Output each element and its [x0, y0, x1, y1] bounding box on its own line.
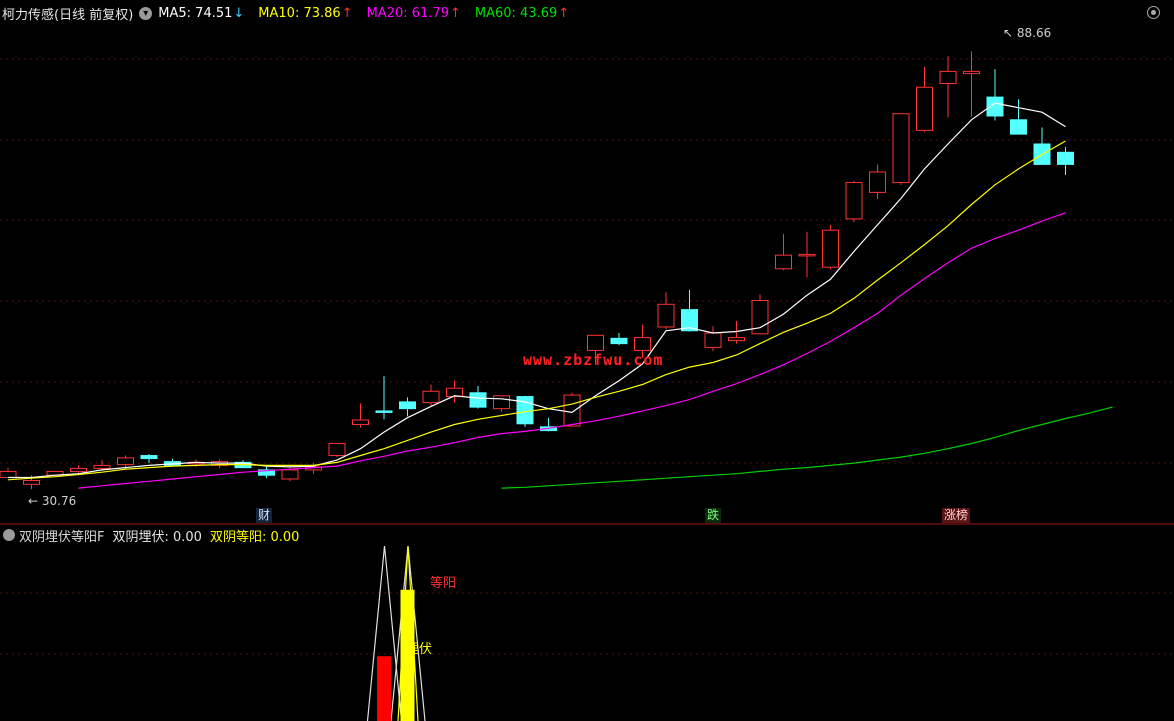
- signal-label-maifu: 埋伏: [406, 642, 433, 657]
- candle-body: [798, 253, 816, 257]
- candle-body: [0, 470, 17, 478]
- candle-body: [1010, 119, 1027, 135]
- candle-body: [845, 182, 863, 220]
- candle-body: [728, 337, 745, 342]
- ma5-readout: MA5: 74.51↓: [158, 5, 245, 21]
- indicator-value-maifu: 双阴埋伏: 0.00: [112, 529, 202, 545]
- candle-body: [352, 419, 369, 426]
- indicator-name[interactable]: 双阴埋伏等阳F: [19, 526, 104, 545]
- chart-header: 柯力传感(日线 前复权) ▾ MA5: 74.51↓ MA10: 73.86↑ …: [0, 0, 1174, 26]
- indicator-header: 双阴埋伏等阳F 双阴埋伏: 0.00 双阴等阳: 0.00: [0, 526, 300, 545]
- candle-body: [869, 171, 886, 193]
- event-marker-rank[interactable]: 涨榜: [942, 508, 971, 523]
- candle-body: [399, 401, 416, 410]
- stock-title[interactable]: 柯力传感(日线 前复权): [2, 4, 133, 23]
- event-marker-fall[interactable]: 跌: [705, 508, 722, 523]
- candle-body: [328, 442, 346, 457]
- candle-body: [70, 467, 87, 472]
- candle-body: [963, 70, 980, 75]
- ma20-readout: MA20: 61.79↑: [366, 5, 461, 21]
- candle-body: [657, 303, 675, 328]
- settings-icon[interactable]: ▾: [139, 6, 153, 20]
- candle-body: [892, 113, 910, 184]
- indicator-value-dengyang: 双阴等阳: 0.00: [209, 529, 300, 545]
- candle-body: [117, 457, 134, 466]
- candle-body: [634, 337, 651, 351]
- event-marker-finance[interactable]: 财: [256, 508, 273, 523]
- candle-body: [23, 480, 40, 485]
- low-price-label: ← 30.76: [28, 494, 77, 508]
- candle-body: [587, 334, 604, 351]
- candle-body: [939, 70, 957, 84]
- candle-body: [422, 390, 440, 404]
- candle-body: [375, 410, 393, 413]
- high-price-label: ↖ 88.66: [1003, 26, 1052, 40]
- candle-body: [610, 337, 628, 345]
- candle-body: [704, 332, 722, 348]
- candle-body: [469, 392, 487, 408]
- indicator-settings-icon[interactable]: [3, 529, 15, 541]
- candle-body: [775, 254, 792, 270]
- candle-body: [140, 455, 158, 460]
- candle-body: [493, 395, 510, 410]
- ma60-readout: MA60: 43.69↑: [474, 5, 570, 21]
- candle-body: [916, 86, 933, 131]
- candle-body: [563, 394, 581, 427]
- candle-body: [281, 469, 299, 480]
- signal-label-dengyang: 等阳: [430, 576, 457, 591]
- ma10-readout: MA10: 73.86↑: [258, 5, 353, 21]
- candle-body: [822, 229, 839, 268]
- signal-bar-maifu: [377, 656, 391, 721]
- config-icon[interactable]: [1147, 6, 1160, 19]
- candle-body: [93, 464, 111, 469]
- ma-line-ma60: [501, 406, 1113, 489]
- candle-body: [1057, 151, 1074, 165]
- watermark: www.zbzfwu.com: [523, 351, 664, 369]
